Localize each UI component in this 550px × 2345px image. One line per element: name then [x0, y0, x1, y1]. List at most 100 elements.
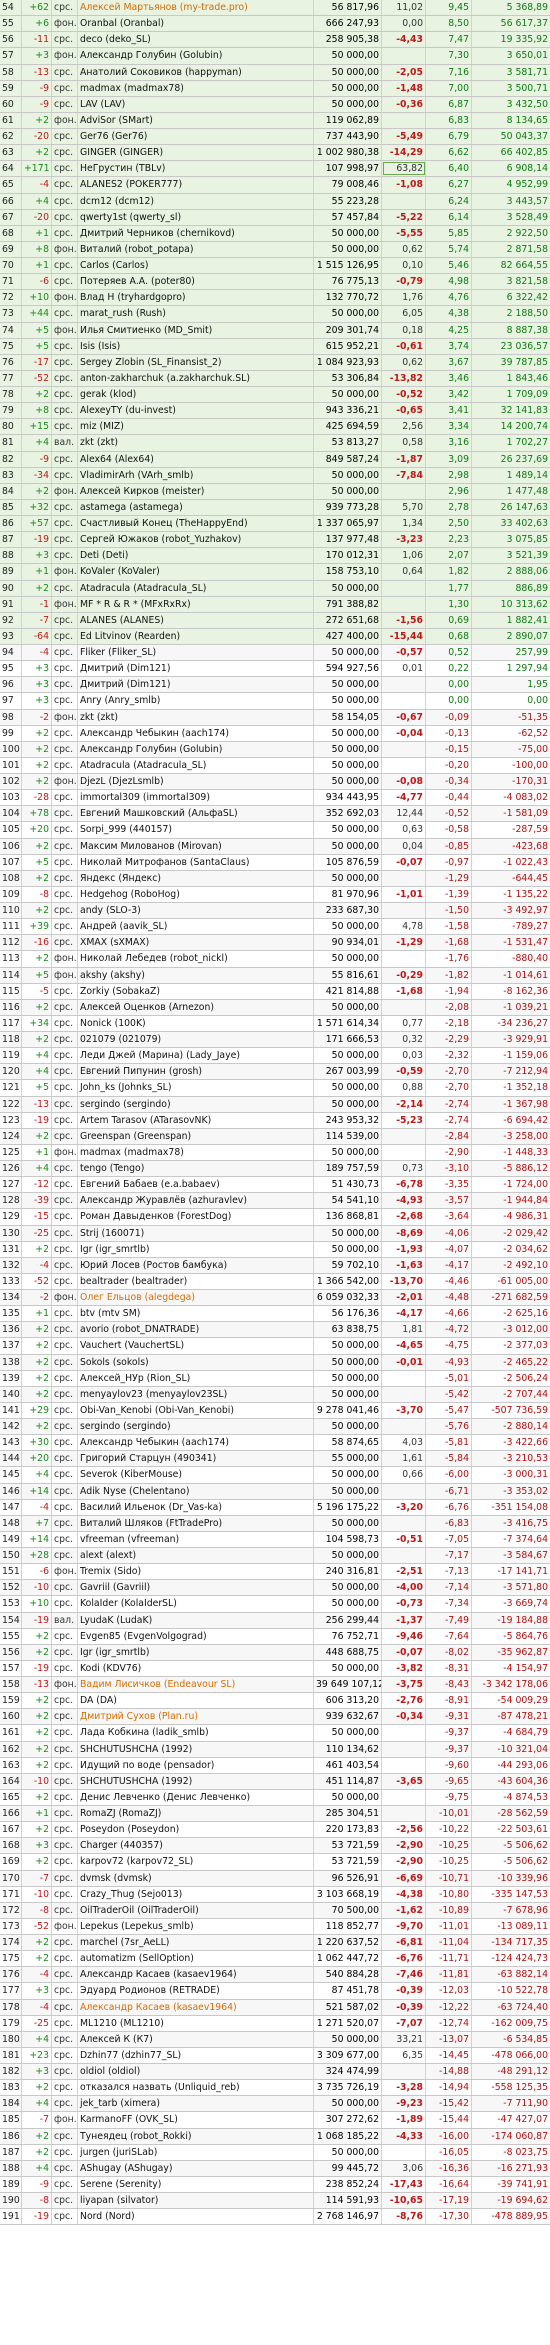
participant-name[interactable]: Tremix (Sido)	[78, 1564, 314, 1580]
participant-name[interactable]: VladimirArh (VArh_smlb)	[78, 467, 314, 483]
participant-name[interactable]: LAV (LAV)	[78, 96, 314, 112]
participant-name[interactable]: RomaZJ (RomaZJ)	[78, 1806, 314, 1822]
participant-name[interactable]: automatizm (SellOption)	[78, 1951, 314, 1967]
participant-name[interactable]: Максим Милованов (Mirovan)	[78, 838, 314, 854]
participant-name[interactable]: Леди Джей (Марина) (Lady_Jaye)	[78, 1048, 314, 1064]
participant-name[interactable]: Алексей_НУр (Rion_SL)	[78, 1370, 314, 1386]
participant-name[interactable]: avorio (robot_DNATRADE)	[78, 1322, 314, 1338]
participant-name[interactable]: Greenspan (Greenspan)	[78, 1128, 314, 1144]
participant-name[interactable]: OilTraderOil (OilTraderOil)	[78, 1902, 314, 1918]
participant-name[interactable]: bealtrader (bealtrader)	[78, 1273, 314, 1289]
participant-name[interactable]: GINGER (GINGER)	[78, 145, 314, 161]
participant-name[interactable]: immortal309 (immortal309)	[78, 790, 314, 806]
participant-name[interactable]: Идущий по воде (pensador)	[78, 1757, 314, 1773]
participant-name[interactable]: Ed Litvinov (Rearden)	[78, 628, 314, 644]
participant-name[interactable]: gerak (klod)	[78, 387, 314, 403]
participant-name[interactable]: Evgen85 (EvgenVolgograd)	[78, 1628, 314, 1644]
participant-name[interactable]: Виталий Шляков (FtTradePro)	[78, 1515, 314, 1531]
participant-name[interactable]: madmax (madmax78)	[78, 80, 314, 96]
participant-name[interactable]: Роман Давыденков (ForestDog)	[78, 1209, 314, 1225]
participant-name[interactable]: ML1210 (ML1210)	[78, 2015, 314, 2031]
participant-name[interactable]: 021079 (021079)	[78, 1032, 314, 1048]
participant-name[interactable]: DA (DA)	[78, 1693, 314, 1709]
participant-name[interactable]: Андрей (aavik_SL)	[78, 919, 314, 935]
participant-name[interactable]: Александр Касаев (kasaev1964)	[78, 1999, 314, 2015]
participant-name[interactable]: jek_tarb (ximera)	[78, 2096, 314, 2112]
participant-name[interactable]: AlexeyTY (du-invest)	[78, 403, 314, 419]
participant-name[interactable]: marat_rush (Rush)	[78, 306, 314, 322]
participant-name[interactable]: btv (mtv SM)	[78, 1306, 314, 1322]
participant-name[interactable]: Александр Журавлёв (azhuravlev)	[78, 1193, 314, 1209]
participant-name[interactable]: Sokols (sokols)	[78, 1354, 314, 1370]
participant-name[interactable]: KoValer (KoValer)	[78, 564, 314, 580]
participant-name[interactable]: Олег Ельцов (alegdega)	[78, 1290, 314, 1306]
participant-name[interactable]: sergindo (sergindo)	[78, 1419, 314, 1435]
participant-name[interactable]: Artem Tarasov (ATarasovNK)	[78, 1112, 314, 1128]
participant-name[interactable]: Евгений Пипунин (grosh)	[78, 1064, 314, 1080]
participant-name[interactable]: Vauchert (VauchertSL)	[78, 1338, 314, 1354]
participant-name[interactable]: DjezL (DjezLsmlb)	[78, 774, 314, 790]
participant-name[interactable]: Serene (Serenity)	[78, 2176, 314, 2192]
participant-name[interactable]: qwerty1st (qwerty_sl)	[78, 209, 314, 225]
participant-name[interactable]: sergindo (sergindo)	[78, 1096, 314, 1112]
participant-name[interactable]: Igr (igr_smrtlb)	[78, 1644, 314, 1660]
participant-name[interactable]: Anry (Anry_smlb)	[78, 693, 314, 709]
participant-name[interactable]: отказался назвать (Unliquid_reb)	[78, 2080, 314, 2096]
participant-name[interactable]: Дмитрий (Dim121)	[78, 661, 314, 677]
participant-name[interactable]: Григорий Старцун (490341)	[78, 1451, 314, 1467]
participant-name[interactable]: Тунеядец (robot_Rokki)	[78, 2128, 314, 2144]
participant-name[interactable]: marchel (7sr_AeLL)	[78, 1935, 314, 1951]
participant-name[interactable]: akshy (akshy)	[78, 967, 314, 983]
participant-name[interactable]: Алексей Оценков (Arnezon)	[78, 999, 314, 1015]
participant-name[interactable]: Poseydon (Poseydon)	[78, 1822, 314, 1838]
participant-name[interactable]: Александр Касаев (kasaev1964)	[78, 1967, 314, 1983]
participant-name[interactable]: miz (MIZ)	[78, 419, 314, 435]
participant-name[interactable]: Zorkiy (SobakaZ)	[78, 983, 314, 999]
participant-name[interactable]: НеГрустин (TBLv)	[78, 161, 314, 177]
participant-name[interactable]: dvmsk (dvmsk)	[78, 1870, 314, 1886]
participant-name[interactable]: dcm12 (dcm12)	[78, 193, 314, 209]
participant-name[interactable]: Oranbal (Oranbal)	[78, 16, 314, 32]
participant-name[interactable]: Анатолий Соковиков (happyman)	[78, 64, 314, 80]
participant-name[interactable]: Sergey Zlobin (SL_Finansist_2)	[78, 354, 314, 370]
participant-name[interactable]: Александр Чебыкин (aach174)	[78, 1435, 314, 1451]
participant-name[interactable]: Alex64 (Alex64)	[78, 451, 314, 467]
participant-name[interactable]: Adik Nyse (Chelentano)	[78, 1483, 314, 1499]
participant-name[interactable]: Алексей Мартьянов (my-trade.pro)	[78, 0, 314, 16]
participant-name[interactable]: Crazy_Thug (Sejo013)	[78, 1886, 314, 1902]
participant-name[interactable]: Илья Смитиенко (MD_Smit)	[78, 322, 314, 338]
participant-name[interactable]: Дмитрий Черников (chernikovd)	[78, 225, 314, 241]
participant-name[interactable]: Fliker (Fliker_SL)	[78, 645, 314, 661]
participant-name[interactable]: AShugay (AShugay)	[78, 2160, 314, 2176]
participant-name[interactable]: astamega (astamega)	[78, 499, 314, 515]
participant-name[interactable]: madmax (madmax78)	[78, 1144, 314, 1160]
participant-name[interactable]: Эдуард Родионов (RETRADE)	[78, 1983, 314, 1999]
participant-name[interactable]: Atadracula (Atadracula_SL)	[78, 580, 314, 596]
participant-name[interactable]: Денис Левченко (Денис Левченко)	[78, 1789, 314, 1805]
participant-name[interactable]: Ger76 (Ger76)	[78, 129, 314, 145]
participant-name[interactable]: karpov72 (karpov72_SL)	[78, 1854, 314, 1870]
participant-name[interactable]: Дмитрий Сухов (Plan.ru)	[78, 1709, 314, 1725]
participant-name[interactable]: Дмитрий (Dim121)	[78, 677, 314, 693]
participant-name[interactable]: ALANES (ALANES)	[78, 612, 314, 628]
participant-name[interactable]: SHCHUTUSHCHA (1992)	[78, 1741, 314, 1757]
participant-name[interactable]: Евгений Бабаев (e.a.babaev)	[78, 1177, 314, 1193]
participant-name[interactable]: Carlos (Carlos)	[78, 258, 314, 274]
participant-name[interactable]: Николай Митрофанов (SantaClaus)	[78, 854, 314, 870]
participant-name[interactable]: Алексей Кирков (meister)	[78, 483, 314, 499]
participant-name[interactable]: KolaIder (KolaIderSL)	[78, 1596, 314, 1612]
participant-name[interactable]: Deti (Deti)	[78, 548, 314, 564]
participant-name[interactable]: SHCHUTUSHCHA (1992)	[78, 1773, 314, 1789]
participant-name[interactable]: Gavriil (Gavriil)	[78, 1580, 314, 1596]
participant-name[interactable]: Александр Голубин (Golubin)	[78, 741, 314, 757]
participant-name[interactable]: vfreeman (vfreeman)	[78, 1531, 314, 1547]
participant-name[interactable]: XMAX (sXMAX)	[78, 935, 314, 951]
participant-name[interactable]: Вадим Лисичков (Endeavour SL)	[78, 1677, 314, 1693]
participant-name[interactable]: Kodi (KDV76)	[78, 1660, 314, 1676]
participant-name[interactable]: Александр Чебыкин (aach174)	[78, 725, 314, 741]
participant-name[interactable]: menyaylov23 (menyaylov23SL)	[78, 1386, 314, 1402]
participant-name[interactable]: anton-zakharchuk (a.zakharchuk.SL)	[78, 370, 314, 386]
participant-name[interactable]: Severok (KiberMouse)	[78, 1467, 314, 1483]
participant-name[interactable]: zkt (zkt)	[78, 435, 314, 451]
participant-name[interactable]: alext (alext)	[78, 1548, 314, 1564]
